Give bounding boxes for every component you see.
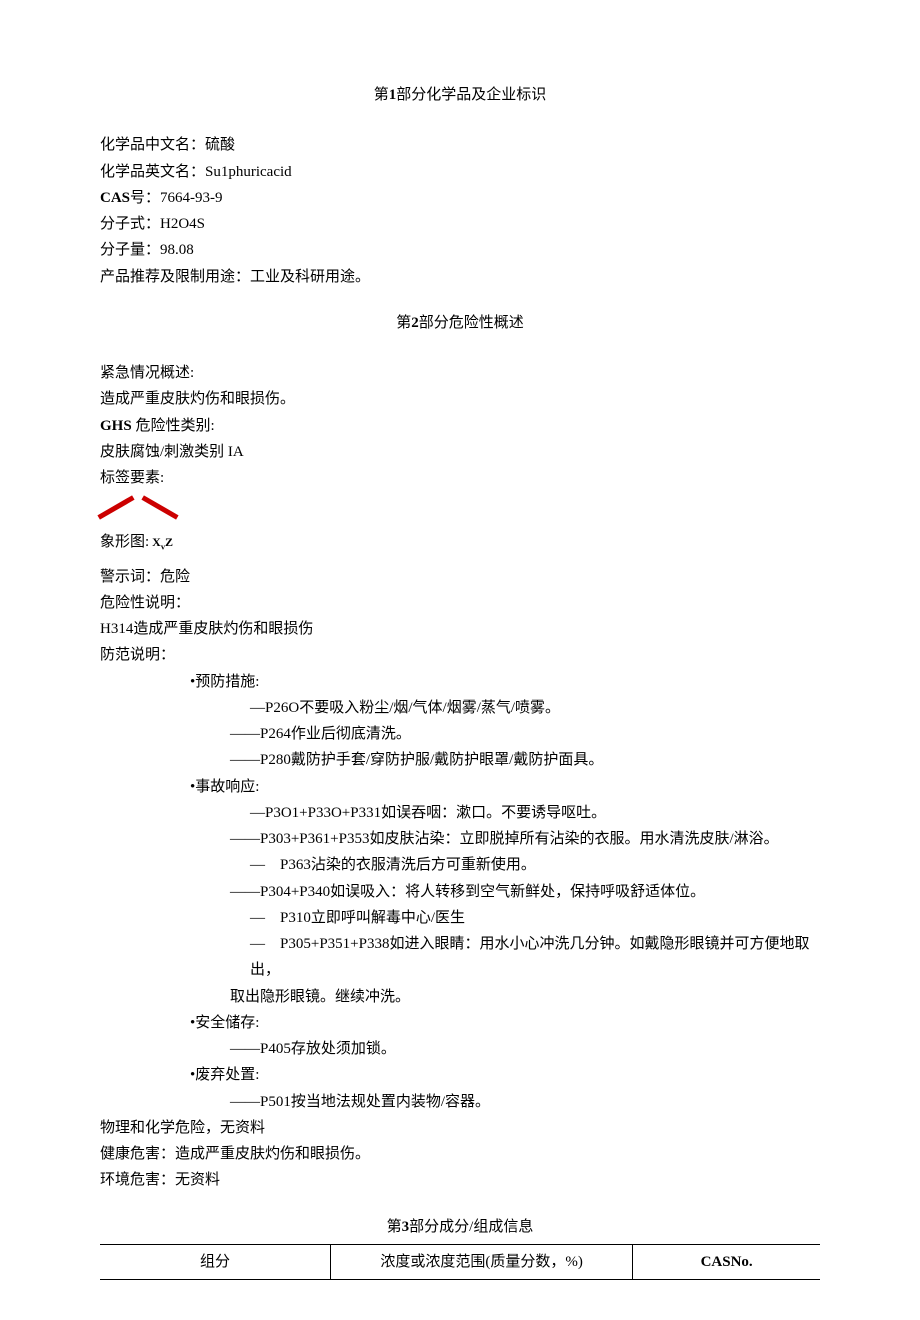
chemical-en-name: 化学品英文名：Su1phuricacid: [100, 159, 820, 185]
signal-word: 警示词：危险: [100, 564, 820, 590]
section-1-body: 化学品中文名：硫酸 化学品英文名：Su1phuricacid CAS号：7664…: [100, 132, 820, 290]
ghs-category-value: 皮肤腐蚀/刺激类别 IA: [100, 439, 820, 465]
p301: —P3O1+P33O+P331如误吞咽：漱口。不要诱导呕吐。: [100, 800, 820, 826]
emergency-overview-value: 造成严重皮肤灼伤和眼损伤。: [100, 386, 820, 412]
chemical-cn-name: 化学品中文名：硫酸: [100, 132, 820, 158]
response-heading: •事故响应:: [100, 774, 820, 800]
table-col-casno: CASNo.: [633, 1244, 820, 1279]
precautionary-label: 防范说明：: [100, 642, 820, 668]
p264: ——P264作业后彻底清洗。: [100, 721, 820, 747]
section-2-body: 紧急情况概述: 造成严重皮肤灼伤和眼损伤。 GHS 危险性类别: 皮肤腐蚀/刺激…: [100, 360, 820, 1194]
table-col-concentration: 浓度或浓度范围(质量分数，%): [330, 1244, 632, 1279]
p305-cont: 取出隐形眼镜。继续冲洗。: [100, 984, 820, 1010]
p363: — P363沾染的衣服清洗后方可重新使用。: [100, 852, 820, 878]
prevention-heading: •预防措施:: [100, 669, 820, 695]
health-hazard: 健康危害：造成严重皮肤灼伤和眼损伤。: [100, 1141, 820, 1167]
phys-chem-hazard: 物理和化学危险，无资料: [100, 1115, 820, 1141]
cas-number: CAS号：7664-93-9: [100, 185, 820, 211]
section-2-title: 第2部分危险性概述: [100, 310, 820, 336]
disposal-heading: •废弃处置:: [100, 1062, 820, 1088]
composition-table: 组分 浓度或浓度范围(质量分数，%) CASNo.: [100, 1244, 820, 1280]
molecular-formula: 分子式：H2O4S: [100, 211, 820, 237]
p280: ——P280戴防护手套/穿防护服/戴防护眼罩/戴防护面具。: [100, 747, 820, 773]
product-usage: 产品推荐及限制用途：工业及科研用途。: [100, 264, 820, 290]
hazard-statement-label: 危险性说明：: [100, 590, 820, 616]
section-1-title: 第1部分化学品及企业标识: [100, 82, 820, 108]
storage-heading: •安全储存:: [100, 1010, 820, 1036]
p260: —P26O不要吸入粉尘/烟/气体/烟雾/蒸气/喷雾。: [100, 695, 820, 721]
molecular-weight: 分子量：98.08: [100, 237, 820, 263]
ghs-category-label: GHS 危险性类别:: [100, 413, 820, 439]
p305: — P305+P351+P338如进入眼睛：用水小心冲洗几分钟。如戴隐形眼镜并可…: [100, 931, 820, 984]
env-hazard: 环境危害：无资料: [100, 1167, 820, 1193]
p304: ——P304+P340如误吸入：将人转移到空气新鲜处，保持呼吸舒适体位。: [100, 879, 820, 905]
table-col-component: 组分: [100, 1244, 330, 1279]
ghs-pictogram-icon: [100, 493, 180, 523]
p405: ——P405存放处须加锁。: [100, 1036, 820, 1062]
hazard-h314: H314造成严重皮肤灼伤和眼损伤: [100, 616, 820, 642]
p501: ——P501按当地法规处置内装物/容器。: [100, 1089, 820, 1115]
pictogram-label: 象形图: XvZ: [100, 529, 820, 555]
section-3-title: 第3部分成分/组成信息: [100, 1214, 820, 1240]
label-elements: 标签要素:: [100, 465, 820, 491]
p303: ——P303+P361+P353如皮肤沾染：立即脱掉所有沾染的衣服。用水清洗皮肤…: [100, 826, 820, 852]
emergency-overview-label: 紧急情况概述:: [100, 360, 820, 386]
p310: — P310立即呼叫解毒中心/医生: [100, 905, 820, 931]
